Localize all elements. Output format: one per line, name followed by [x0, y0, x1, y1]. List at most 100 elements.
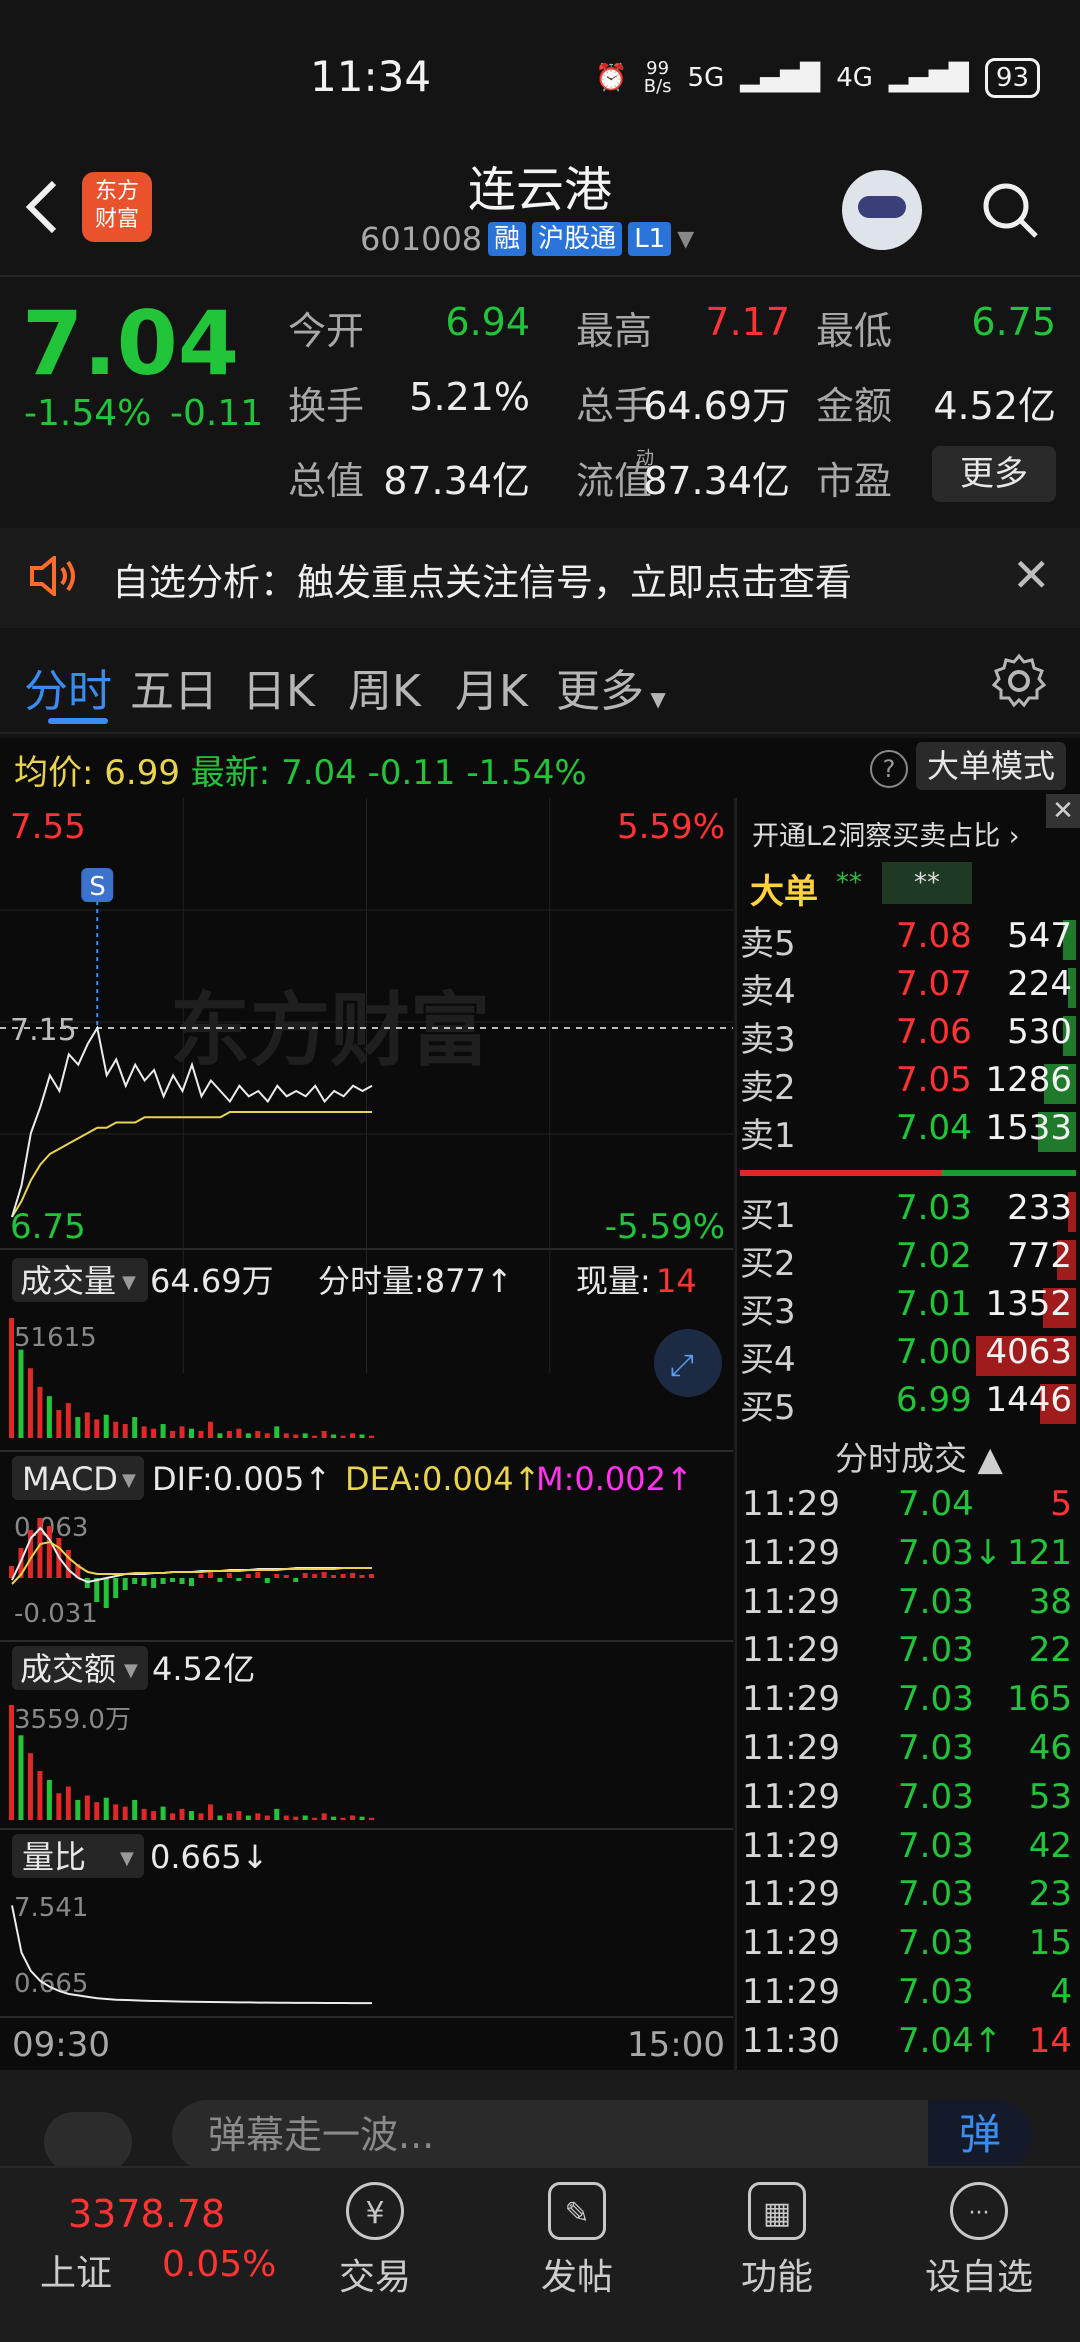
l2-promo-link[interactable]: 开通L2洞察买卖占比 ›: [752, 814, 1020, 853]
close-icon[interactable]: ✕: [1012, 548, 1051, 602]
sell-level-row[interactable]: 卖4 7.07 224: [740, 964, 1076, 1012]
volume-title: 成交量: [20, 1262, 116, 1300]
level-volume: 224: [1007, 964, 1072, 1004]
level-label: 卖1: [740, 1116, 796, 1156]
volume-bar: [9, 1318, 14, 1438]
volume-now-label: 现量:: [576, 1262, 651, 1300]
tab-underline: [48, 718, 108, 724]
ratio-title: 量比: [22, 1838, 86, 1876]
volume-bar: [274, 1426, 280, 1438]
macd-bar: [331, 1575, 337, 1578]
amount-bar: [359, 1816, 365, 1820]
buy-level-row[interactable]: 买4 7.00 4063: [740, 1332, 1076, 1380]
trade-volume: 15: [1028, 1923, 1072, 1964]
trade-volume: 53: [1028, 1776, 1072, 1817]
sell-level-row[interactable]: 卖1 7.04 1533: [740, 1108, 1076, 1156]
amount-title: 成交额: [20, 1650, 116, 1688]
level-price: 6.99: [896, 1380, 972, 1420]
caret-down-icon: ▼: [120, 1848, 134, 1869]
tab-daily-k[interactable]: 日K: [242, 655, 315, 719]
nav-functions[interactable]: ▦ 功能: [712, 2172, 842, 2300]
search-icon: [983, 183, 1038, 238]
macd-bar: [359, 1575, 365, 1578]
tab-more[interactable]: 更多 ▼: [556, 655, 666, 719]
help-icon[interactable]: ?: [870, 750, 908, 788]
tab-weekly-k[interactable]: 周K: [348, 655, 421, 719]
stock-code-row[interactable]: 601008 融 沪股通 L1 ▼: [360, 220, 694, 258]
amount-bar: [141, 1808, 147, 1820]
index-name[interactable]: 上证: [40, 2244, 112, 2296]
volume-bar: [75, 1417, 81, 1438]
search-button[interactable]: [978, 178, 1042, 242]
sell-level-row[interactable]: 卖5 7.08 547: [740, 916, 1076, 964]
index-value[interactable]: 3378.78: [68, 2192, 225, 2236]
buy-level-row[interactable]: 买3 7.01 1352: [740, 1284, 1076, 1332]
amount-bar: [151, 1811, 157, 1820]
trade-time: 11:29: [742, 1679, 840, 1720]
amount-bar: [65, 1786, 71, 1820]
more-quote-button[interactable]: 更多: [932, 446, 1056, 502]
macd-bar: [84, 1578, 90, 1588]
chart-area[interactable]: 东方财富 7.15 S 7.55 6.75 5.59% -5.59% 成交量 ▼ 64.69万 分时…: [0, 798, 733, 2070]
nav-add-watchlist[interactable]: ··· 设自选: [914, 2172, 1044, 2300]
trade-row: 11:29 7.03 22: [742, 1630, 1076, 1678]
change-percent: -1.54%: [24, 393, 152, 434]
amount-bar: [18, 1735, 24, 1820]
signal-marker-label: S: [89, 872, 106, 902]
big-order-mode-button[interactable]: 大单模式: [916, 742, 1066, 790]
buy-level-row[interactable]: 买5 6.99 1446: [740, 1380, 1076, 1428]
x-axis-start: 09:30: [12, 2025, 110, 2065]
volume-bar: [141, 1426, 147, 1438]
volume-bar: [255, 1431, 261, 1438]
watermark: 东方财富: [170, 984, 490, 1077]
close-icon[interactable]: ✕: [1046, 794, 1080, 828]
trade-volume: 4: [1050, 1972, 1072, 2012]
comment-icon[interactable]: [44, 2112, 132, 2172]
level-label: 卖2: [740, 1068, 796, 1108]
sell-level-row[interactable]: 卖3 7.06 530: [740, 1012, 1076, 1060]
volume-bar: [293, 1434, 299, 1438]
trade-price: 7.03: [898, 1825, 974, 1866]
index-change[interactable]: 0.05%: [162, 2244, 276, 2285]
amount-bar: [84, 1795, 90, 1820]
level-label: 卖3: [740, 1020, 796, 1060]
amount-bar: [9, 1705, 14, 1820]
macd-bar: [160, 1578, 166, 1584]
tab-monthly-k[interactable]: 月K: [455, 655, 528, 719]
macd-bar: [94, 1578, 100, 1602]
volume-bar: [302, 1433, 308, 1438]
y-max-label: 7.55: [10, 807, 86, 847]
quote-value: 4.52亿: [933, 384, 1056, 428]
tab-intraday[interactable]: 分时: [24, 655, 112, 719]
ref-price-label: 7.15: [10, 1013, 77, 1048]
trade-time: 11:29: [742, 1972, 840, 2012]
trade-price: 7.04↑: [898, 2020, 1003, 2061]
sell-level-row[interactable]: 卖2 7.05 1286: [740, 1060, 1076, 1108]
trades-header[interactable]: 分时成交 ▲: [835, 1432, 1003, 1480]
tab-five-day[interactable]: 五日: [130, 655, 218, 719]
buy-level-row[interactable]: 买1 7.03 233: [740, 1188, 1076, 1236]
macd-bar: [350, 1573, 356, 1578]
banner-text[interactable]: 自选分析：触发重点关注信号，立即点击查看: [112, 552, 852, 606]
danmu-button[interactable]: 弹: [928, 2100, 1032, 2170]
volume-bar: [283, 1433, 289, 1438]
nav-post[interactable]: ✎ 发帖: [512, 2172, 642, 2300]
macd-bar: [274, 1574, 280, 1578]
amount-bar: [113, 1804, 119, 1820]
quote-value: 7.17: [705, 300, 790, 344]
intraday-charts[interactable]: 东方财富 7.15 S7.55 6.75 5.59% -5.59% 成交量 ▼ 64.69万 分时…: [0, 798, 733, 2070]
volume-bar: [56, 1410, 62, 1438]
volume-bar: [350, 1433, 356, 1438]
amount-bar: [302, 1815, 308, 1820]
amount-bar: [27, 1753, 33, 1820]
trade-price: 7.03: [898, 1972, 974, 2012]
ratio-y-top: 7.541: [14, 1893, 88, 1923]
caret-down-icon: ▼: [122, 1272, 136, 1293]
volume-bar: [217, 1433, 223, 1438]
speaker-icon: [28, 553, 82, 599]
nav-trade[interactable]: ¥ 交易: [310, 2172, 440, 2300]
gear-icon[interactable]: [990, 652, 1048, 710]
macd-y-bottom: -0.031: [14, 1599, 98, 1629]
buy-level-row[interactable]: 买2 7.02 772: [740, 1236, 1076, 1284]
danmu-input[interactable]: 弹幕走一波...: [172, 2100, 1032, 2170]
